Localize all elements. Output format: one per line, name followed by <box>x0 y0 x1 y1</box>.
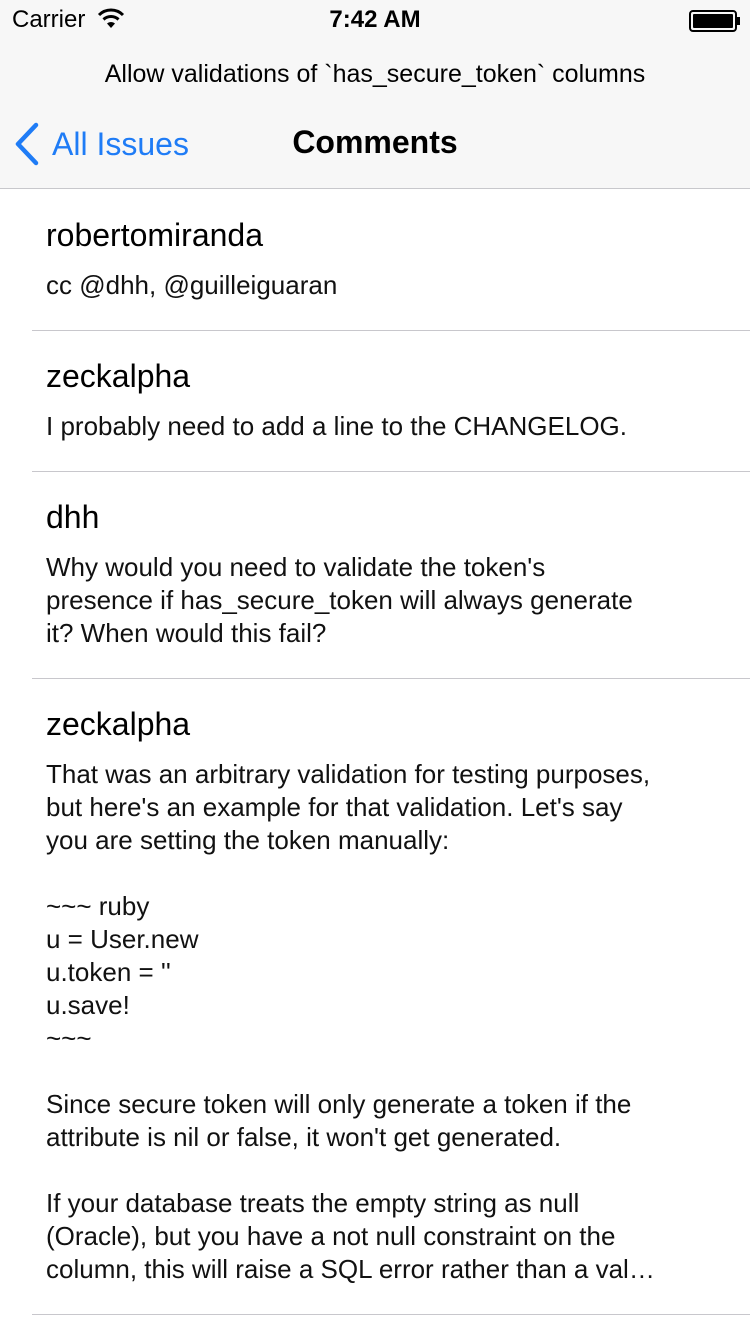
comment-body: Why would you need to validate the token… <box>46 552 633 648</box>
navigation-header: Carrier 7:42 AM Allow validations of `ha… <box>0 0 750 189</box>
comment-body: cc @dhh, @guilleiguaran <box>46 270 338 300</box>
comment-author: dhh <box>46 499 100 535</box>
comments-list[interactable]: robertomiranda cc @dhh, @guilleiguaran z… <box>0 190 750 1315</box>
status-time: 7:42 AM <box>329 6 421 33</box>
battery-icon <box>689 10 740 32</box>
comment-row[interactable]: dhh Why would you need to validate the t… <box>32 472 750 679</box>
status-bar: Carrier 7:42 AM <box>0 0 750 40</box>
comment-row[interactable]: zeckalpha I probably need to add a line … <box>32 331 750 472</box>
comment-author: zeckalpha <box>46 706 191 742</box>
page-title: Comments <box>292 124 458 160</box>
comment-body: That was an arbitrary validation for tes… <box>46 759 655 1284</box>
comment-author: zeckalpha <box>46 358 191 394</box>
comment-row[interactable]: zeckalpha That was an arbitrary validati… <box>32 679 750 1315</box>
comment-author: robertomiranda <box>46 217 263 253</box>
issue-title: Allow validations of `has_secure_token` … <box>104 60 646 88</box>
comment-row[interactable]: robertomiranda cc @dhh, @guilleiguaran <box>32 190 750 331</box>
comment-body: I probably need to add a line to the CHA… <box>46 411 628 441</box>
